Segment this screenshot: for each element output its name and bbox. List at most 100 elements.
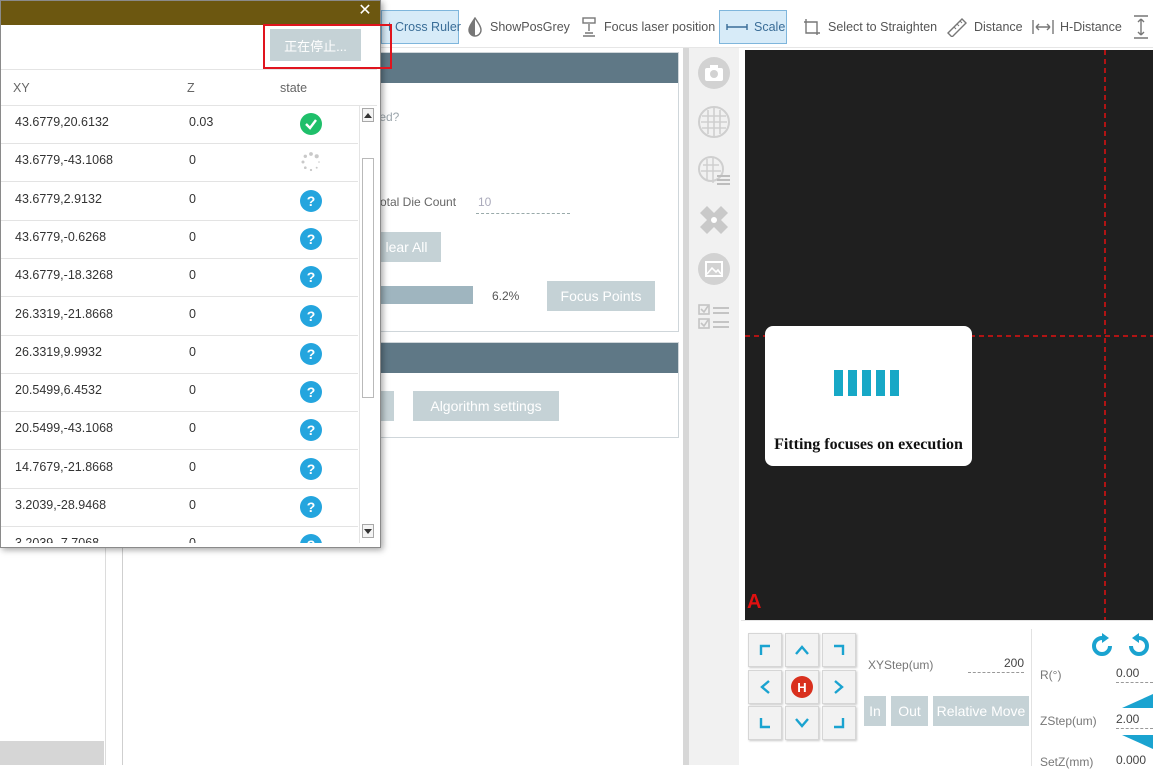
cross-ruler-label: t Cross Ruler <box>388 20 461 34</box>
table-row[interactable]: 43.6779,-0.6268 0? <box>1 221 358 259</box>
cell-xy: 3.2039,-7.7068 <box>15 536 99 543</box>
svg-text:?: ? <box>307 193 316 209</box>
total-die-count-field[interactable]: 10 <box>476 194 570 214</box>
table-row[interactable]: 43.6779,2.9132 0? <box>1 183 358 221</box>
jog-up-right-button[interactable] <box>822 633 856 667</box>
jog-home-button[interactable]: H <box>785 670 819 704</box>
clear-all-button[interactable]: lear All <box>372 232 441 262</box>
distance-label: Distance <box>974 20 1023 34</box>
table-row[interactable]: 3.2039,-28.9468 0? <box>1 489 358 527</box>
cell-xy: 43.6779,-18.3268 <box>15 268 114 283</box>
question-circle-icon: ? <box>300 342 322 365</box>
algorithm-settings-button[interactable]: Algorithm settings <box>413 391 559 421</box>
table-row[interactable]: 43.6779,-18.3268 0? <box>1 259 358 298</box>
camera-icon[interactable] <box>697 56 731 90</box>
table-row[interactable]: 26.3319,-21.8668 0? <box>1 298 358 336</box>
column-header-state: state <box>280 81 308 95</box>
cross-ruler-button[interactable]: t Cross Ruler <box>381 10 461 44</box>
jog-down-left-button[interactable] <box>748 706 782 740</box>
scale-button[interactable]: Scale <box>719 10 787 44</box>
cell-xy: 20.5499,6.4532 <box>15 383 102 398</box>
laser-icon <box>582 17 596 37</box>
cell-z: 0 <box>189 153 196 168</box>
h-distance-button[interactable]: H-Distance <box>1032 10 1122 44</box>
v-distance-button[interactable] <box>1133 10 1149 44</box>
column-header-z: Z <box>187 81 195 95</box>
rotate-cw-icon[interactable] <box>1125 632 1153 663</box>
corner-down-right-icon <box>834 718 845 729</box>
cell-z: 0.03 <box>189 115 214 129</box>
focus-laser-label: Focus laser position <box>604 20 716 34</box>
z-down-icon[interactable] <box>1122 735 1153 752</box>
table-row[interactable]: 43.6779,-43.1068 0 <box>1 144 358 183</box>
focus-laser-button[interactable]: Focus laser position <box>580 10 715 44</box>
rotation-input[interactable]: 0.00 <box>1116 666 1153 683</box>
stop-button-highlight <box>263 24 392 69</box>
focus-points-table: XY Z state 43.6779,20.6132 0.03 43.6779,-4… <box>1 69 377 543</box>
check-circle-icon <box>300 113 322 135</box>
distance-button[interactable]: Distance <box>946 10 1023 44</box>
setz-input[interactable]: 0.000 <box>1116 753 1153 769</box>
cell-xy: 26.3319,9.9932 <box>15 344 102 359</box>
column-header-xy: XY <box>13 81 30 95</box>
table-row[interactable]: 43.6779,20.6132 0.03 <box>1 106 358 144</box>
cell-z: 0 <box>189 459 196 474</box>
jog-up-button[interactable] <box>785 633 819 667</box>
cell-xy: 26.3319,-21.8668 <box>15 306 114 321</box>
table-row[interactable]: 26.3319,9.9932 0? <box>1 336 358 374</box>
panel-header <box>371 53 678 83</box>
rotate-ccw-icon[interactable] <box>1088 632 1116 663</box>
svg-text:?: ? <box>307 269 316 285</box>
jog-down-right-button[interactable] <box>822 706 856 740</box>
contrast-drop-icon <box>468 17 482 37</box>
measure-tools-icon[interactable] <box>697 203 731 237</box>
table-row[interactable]: 20.5499,-43.1068 0? <box>1 412 358 451</box>
showposgrey-button[interactable]: ShowPosGrey <box>466 10 570 44</box>
scroll-thumb[interactable] <box>362 158 374 398</box>
zoom-in-button[interactable]: In <box>864 696 886 726</box>
jog-up-left-button[interactable] <box>748 633 782 667</box>
xystep-input[interactable]: 200 <box>968 656 1024 673</box>
zstep-input[interactable]: 2.00 <box>1116 712 1153 729</box>
jog-right-button[interactable] <box>822 670 856 704</box>
question-circle-icon: ? <box>300 189 322 212</box>
scroll-down-arrow[interactable] <box>362 524 374 538</box>
z-up-icon[interactable] <box>1122 694 1153 711</box>
question-circle-icon: ? <box>300 266 322 289</box>
table-row[interactable]: 14.7679,-21.8668 0? <box>1 451 358 489</box>
algorithm-panel <box>370 342 679 438</box>
zoom-out-button[interactable]: Out <box>891 696 928 726</box>
dialog-title-bar[interactable]: ✕ <box>1 1 380 25</box>
total-die-count-label: otal Die Count <box>380 195 457 209</box>
checklist-icon[interactable] <box>697 301 731 335</box>
scale-label: Scale <box>754 20 786 34</box>
svg-text:?: ? <box>307 346 316 362</box>
home-icon: H <box>791 676 813 698</box>
table-scrollbar[interactable] <box>359 106 375 543</box>
camera-view[interactable]: Fitting focuses on execution A <box>745 50 1153 620</box>
scroll-up-arrow[interactable] <box>362 108 374 122</box>
busy-message: Fitting focuses on execution <box>774 436 963 453</box>
cell-z: 0 <box>189 344 196 359</box>
chevron-up-icon <box>795 645 809 655</box>
table-row[interactable]: 20.5499,6.4532 0? <box>1 374 358 413</box>
h-distance-label: H-Distance <box>1060 20 1122 34</box>
question-circle-icon: ? <box>300 457 322 480</box>
tool-rail <box>689 48 739 765</box>
image-icon[interactable] <box>697 252 731 286</box>
svg-text:?: ? <box>307 461 316 477</box>
table-row[interactable]: 3.2039,-7.7068 0? <box>1 527 358 543</box>
jog-down-button[interactable] <box>785 706 819 740</box>
zstep-label: ZStep(um) <box>1040 714 1097 728</box>
svg-text:?: ? <box>307 384 316 400</box>
relative-move-button[interactable]: Relative Move <box>933 696 1029 726</box>
wafer-grid-icon[interactable] <box>697 105 731 139</box>
svg-text:?: ? <box>307 231 316 247</box>
cell-xy: 43.6779,-43.1068 <box>15 153 114 168</box>
jog-left-button[interactable] <box>748 670 782 704</box>
straighten-button[interactable]: Select to Straighten <box>802 10 937 44</box>
close-icon[interactable]: ✕ <box>356 1 374 23</box>
cell-xy: 14.7679,-21.8668 <box>15 459 114 474</box>
focus-points-button[interactable]: Focus Points <box>547 281 655 311</box>
wafer-list-icon[interactable] <box>697 154 731 188</box>
